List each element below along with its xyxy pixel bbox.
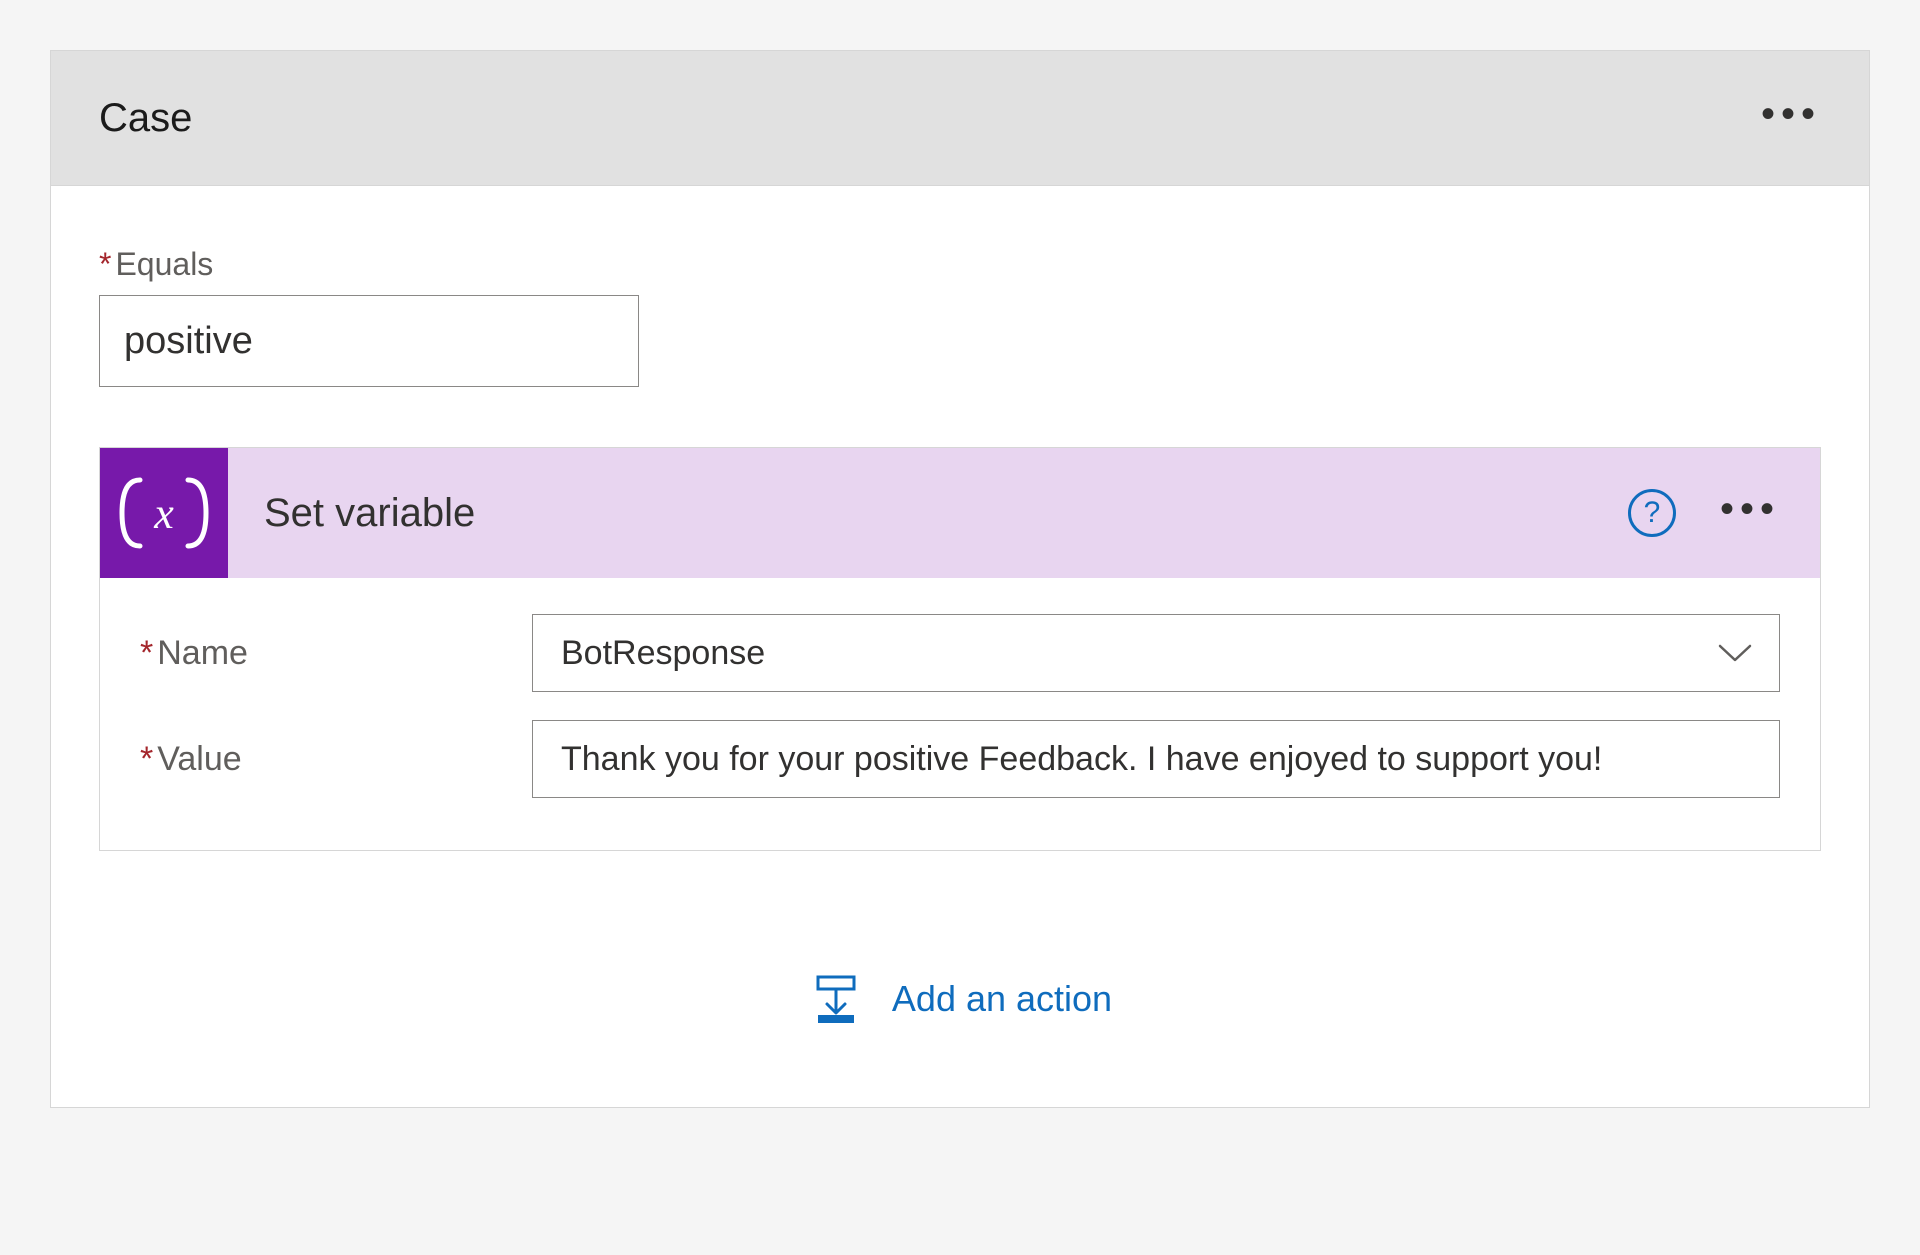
case-title: Case (99, 96, 192, 141)
more-icon[interactable]: ••• (1761, 94, 1821, 142)
value-row: *Value (140, 720, 1780, 798)
help-icon[interactable]: ? (1628, 489, 1676, 537)
set-variable-title: Set variable (264, 491, 1628, 536)
value-input[interactable] (532, 720, 1780, 798)
insert-step-icon (808, 971, 864, 1027)
add-action-label: Add an action (892, 978, 1112, 1020)
name-label-text: Name (157, 634, 248, 672)
case-header[interactable]: Case ••• (51, 51, 1869, 186)
name-label: *Name (140, 634, 532, 673)
value-label: *Value (140, 740, 532, 779)
variable-icon: x (100, 448, 228, 578)
equals-label-text: Equals (115, 246, 213, 282)
svg-text:x: x (153, 489, 174, 538)
name-select[interactable] (532, 614, 1780, 692)
name-row: *Name (140, 614, 1780, 692)
action-more-icon[interactable]: ••• (1720, 489, 1780, 537)
case-body: *Equals x Set variable ? ••• *Name (51, 186, 1869, 1107)
name-select-input[interactable] (532, 614, 1780, 692)
set-variable-body: *Name *Value (100, 578, 1820, 850)
set-variable-header[interactable]: x Set variable ? ••• (100, 448, 1820, 578)
equals-label: *Equals (99, 246, 1821, 283)
case-card: Case ••• *Equals x Set variable ? ••• (50, 50, 1870, 1108)
add-action-button[interactable]: Add an action (99, 971, 1821, 1027)
value-label-text: Value (157, 740, 241, 778)
equals-input[interactable] (99, 295, 639, 387)
set-variable-card: x Set variable ? ••• *Name (99, 447, 1821, 851)
